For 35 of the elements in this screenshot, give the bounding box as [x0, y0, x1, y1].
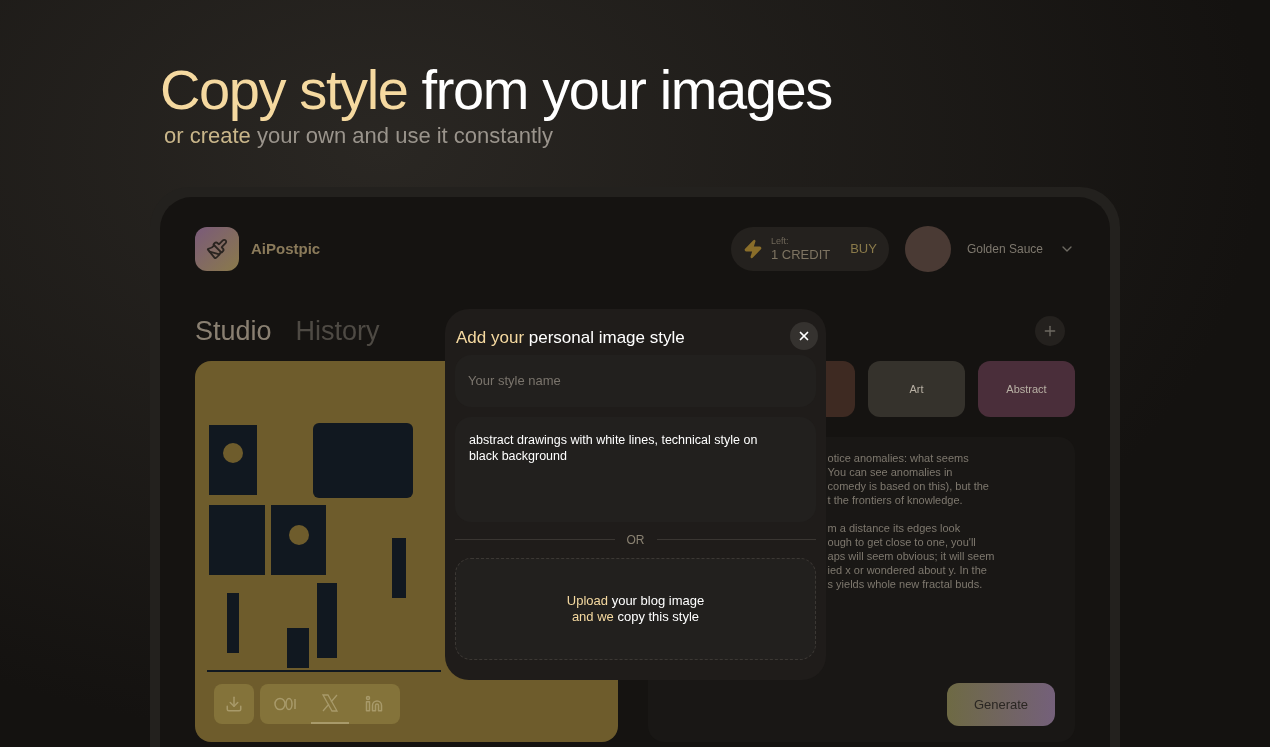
plus-icon: [1042, 323, 1058, 339]
tab[interactable]: Studio: [195, 315, 272, 347]
lightning-icon: [742, 239, 763, 259]
prompt-text-line: ough to get close to one, you'll: [827, 535, 977, 549]
style-name-input[interactable]: Your style name: [455, 354, 816, 407]
prompt-text-line: otice anomalies: what seems: [827, 451, 970, 465]
style-thumbnail[interactable]: Art: [868, 361, 965, 417]
app-name: AiPostpic: [251, 238, 321, 259]
download-button[interactable]: [214, 684, 254, 724]
prompt-text-line: comedy is based on this), but the: [827, 479, 990, 493]
subtitle: or create your own and use it constantly: [164, 122, 554, 150]
or-divider-label: OR: [626, 531, 645, 549]
add-style-button[interactable]: [1035, 316, 1065, 346]
buy-button[interactable]: BUY: [850, 239, 877, 259]
credits-value: 1 CREDIT: [770, 248, 831, 261]
style-description-field[interactable]: abstract drawings with white lines, technical style on black background: [455, 416, 816, 522]
x-logo-icon: [321, 694, 339, 712]
prompt-text-line: t the frontiers of knowledge.: [827, 493, 964, 507]
linkedin-icon: [365, 695, 383, 713]
download-icon: [225, 695, 243, 713]
modal-title: Add your personal image style: [456, 327, 685, 349]
user-name: Golden Sauce: [966, 241, 1043, 258]
prompt-text-line: s yields whole new fractal buds.: [827, 577, 984, 591]
credits-label: Left:: [770, 237, 790, 246]
prompt-text-line: m a distance its edges look: [827, 521, 962, 535]
medium-icon: [274, 697, 298, 711]
brush-icon: [206, 238, 228, 260]
close-button[interactable]: [790, 321, 818, 350]
prompt-text-line: ied x or wondered about y. In the: [827, 563, 988, 577]
style-thumbnail[interactable]: Abstract: [978, 361, 1075, 417]
user-avatar: [904, 226, 951, 272]
upload-dropzone[interactable]: Upload your blog image and we copy this style: [455, 557, 816, 660]
prompt-text-line: You can see anomalies in: [827, 465, 954, 479]
headline: Copy style from your images: [160, 58, 833, 122]
prompt-text-line: aps will seem obvious; it will seem: [827, 549, 996, 563]
